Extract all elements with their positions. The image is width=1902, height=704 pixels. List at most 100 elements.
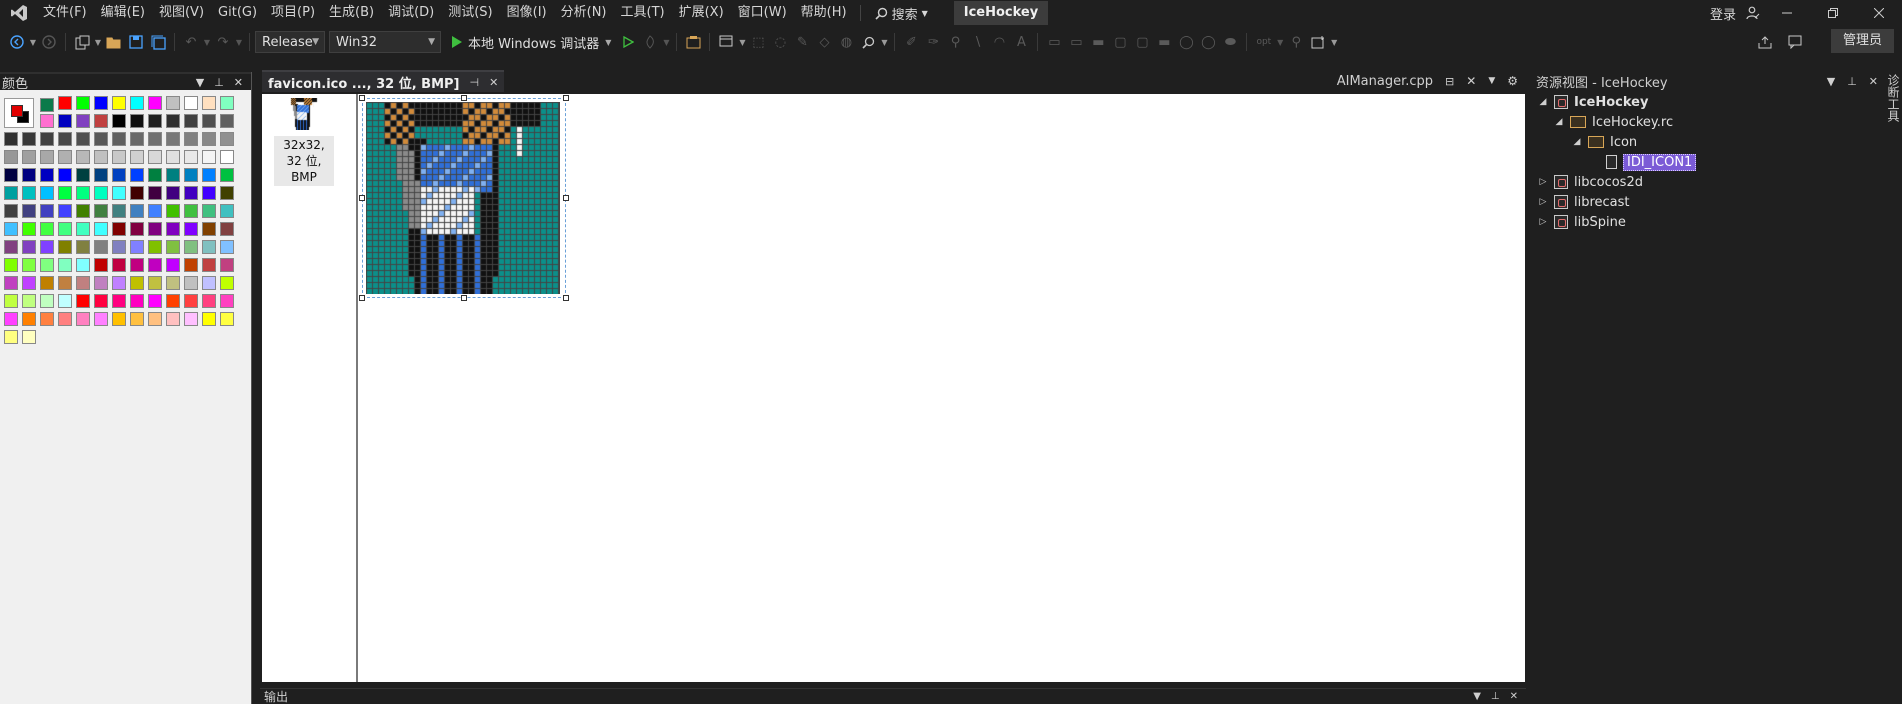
inverse-color-swatch[interactable] (40, 114, 54, 128)
tab-aimanager-cpp[interactable]: AIManager.cpp (1337, 74, 1433, 89)
pin-icon[interactable]: ⊥ (1847, 75, 1857, 88)
tree-item-rc-file[interactable]: ◢ IceHockey.rc (1554, 112, 1674, 132)
color-swatch[interactable] (22, 240, 36, 254)
expanded-icon[interactable]: ◢ (1554, 117, 1564, 127)
color-swatch[interactable] (112, 114, 126, 128)
color-swatch[interactable] (202, 312, 216, 326)
color-swatch[interactable] (220, 276, 234, 290)
color-swatch[interactable] (130, 222, 144, 236)
color-swatch[interactable] (184, 222, 198, 236)
color-swatch[interactable] (166, 222, 180, 236)
color-swatch[interactable] (58, 150, 72, 164)
color-swatch[interactable] (22, 330, 36, 344)
color-swatch[interactable] (184, 294, 198, 308)
color-swatch[interactable] (4, 294, 18, 308)
color-swatch[interactable] (22, 168, 36, 182)
diagnostic-tools-side-tab[interactable]: 诊断工具 (1886, 70, 1902, 704)
color-swatch[interactable] (130, 168, 144, 182)
color-swatch[interactable] (4, 222, 18, 236)
color-swatch[interactable] (40, 312, 54, 326)
color-swatch[interactable] (76, 204, 90, 218)
color-swatch[interactable] (76, 294, 90, 308)
color-swatch[interactable] (94, 312, 108, 326)
color-swatch[interactable] (40, 168, 54, 182)
color-swatch[interactable] (220, 186, 234, 200)
color-swatch[interactable] (148, 96, 162, 110)
color-swatch[interactable] (220, 132, 234, 146)
tab-list-dropdown-icon[interactable]: ▼ (1488, 76, 1495, 86)
save-icon[interactable] (125, 31, 147, 53)
gear-icon[interactable]: ⚙ (1507, 74, 1518, 88)
pin-icon[interactable]: ⊥ (1491, 691, 1500, 702)
tree-item-icehockey[interactable]: ◢ IceHockey (1538, 92, 1649, 112)
expanded-icon[interactable]: ◢ (1538, 97, 1548, 107)
chevron-down-icon[interactable]: ▼ (93, 31, 103, 53)
close-icon[interactable]: ✕ (234, 76, 243, 89)
start-debugging-button[interactable]: 本地 Windows 调试器 ▼ (445, 33, 617, 52)
color-swatch[interactable] (76, 258, 90, 272)
color-swatch[interactable] (202, 294, 216, 308)
color-swatch[interactable] (184, 204, 198, 218)
color-swatch[interactable] (166, 312, 180, 326)
start-without-debugging-icon[interactable] (617, 31, 639, 53)
color-swatch[interactable] (22, 132, 36, 146)
color-swatch[interactable] (94, 258, 108, 272)
color-swatch[interactable] (148, 204, 162, 218)
color-swatch[interactable] (94, 294, 108, 308)
color-swatch[interactable] (166, 276, 180, 290)
color-swatch[interactable] (22, 186, 36, 200)
color-swatch[interactable] (130, 258, 144, 272)
color-swatch[interactable] (202, 186, 216, 200)
color-swatch[interactable] (202, 222, 216, 236)
color-swatch[interactable] (58, 186, 72, 200)
close-icon[interactable]: ✕ (489, 76, 498, 89)
login-link[interactable]: 登录 (1710, 4, 1736, 23)
color-swatch[interactable] (76, 276, 90, 290)
color-swatch[interactable] (4, 204, 18, 218)
color-swatch[interactable] (22, 312, 36, 326)
menu-debug[interactable]: 调试(D) (381, 2, 441, 24)
color-swatch[interactable] (58, 204, 72, 218)
color-swatch[interactable] (4, 240, 18, 254)
color-swatch[interactable] (166, 258, 180, 272)
image-editor-options-icon[interactable] (715, 31, 737, 53)
color-swatch[interactable] (58, 276, 72, 290)
color-swatch[interactable] (148, 186, 162, 200)
panel-options-icon[interactable]: ▼ (1827, 75, 1835, 88)
resize-handle[interactable] (461, 295, 467, 301)
menu-window[interactable]: 窗口(W) (731, 2, 794, 24)
close-icon[interactable]: ✕ (1869, 75, 1878, 88)
color-swatch[interactable] (220, 294, 234, 308)
color-swatch[interactable] (112, 240, 126, 254)
color-swatch[interactable] (94, 276, 108, 290)
menu-help[interactable]: 帮助(H) (794, 2, 854, 24)
color-swatch[interactable] (112, 312, 126, 326)
resize-handle[interactable] (563, 195, 569, 201)
color-swatch[interactable] (184, 240, 198, 254)
color-swatch[interactable] (130, 150, 144, 164)
menu-test[interactable]: 测试(S) (441, 2, 499, 24)
color-swatch[interactable] (76, 132, 90, 146)
foreground-color-swatch[interactable] (11, 105, 23, 117)
visual-studio-logo-icon[interactable] (6, 0, 32, 26)
color-swatch[interactable] (220, 204, 234, 218)
feedback-icon[interactable] (1784, 31, 1806, 53)
panel-options-icon[interactable]: ▼ (1473, 691, 1481, 702)
color-swatch[interactable] (130, 240, 144, 254)
color-swatch[interactable] (4, 168, 18, 182)
chevron-down-icon[interactable]: ▼ (737, 31, 747, 53)
chevron-down-icon[interactable]: ▼ (1329, 31, 1339, 53)
color-swatch[interactable] (112, 132, 126, 146)
collapsed-icon[interactable]: ▷ (1538, 197, 1548, 207)
pixel-grid-canvas[interactable] (366, 102, 560, 294)
color-swatch[interactable] (76, 186, 90, 200)
color-swatch[interactable] (166, 132, 180, 146)
color-swatch[interactable] (148, 276, 162, 290)
restore-button[interactable] (1810, 0, 1856, 26)
color-swatch[interactable] (4, 150, 18, 164)
new-project-icon[interactable] (71, 31, 93, 53)
tree-item-idi-icon1[interactable]: IDI_ICON1 (1590, 152, 1697, 172)
collapsed-icon[interactable]: ▷ (1538, 177, 1548, 187)
color-swatch[interactable] (4, 330, 18, 344)
color-swatch[interactable] (94, 168, 108, 182)
